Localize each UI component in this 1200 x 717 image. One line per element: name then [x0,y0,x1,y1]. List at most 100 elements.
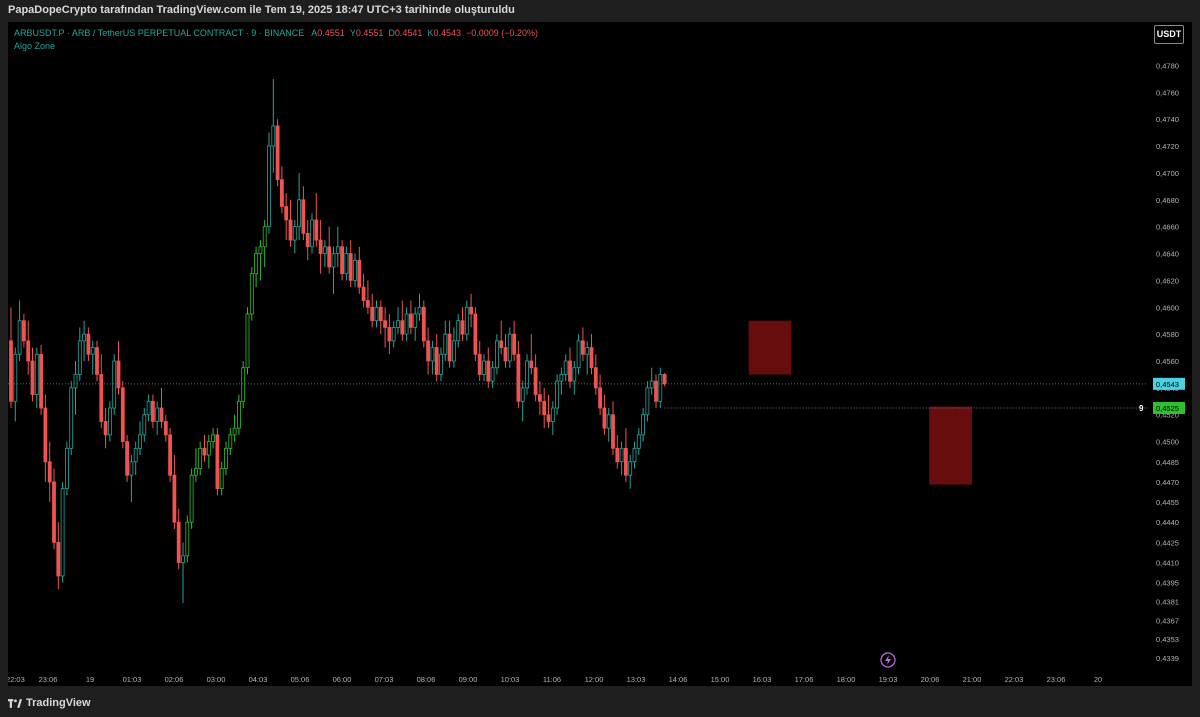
y-tick-label: 0,4410 [1156,559,1179,568]
candle-body [477,353,482,375]
x-tick-label: 17:06 [795,675,814,684]
candle-body [77,340,82,375]
candle-body [563,360,568,375]
candle-body [602,407,607,429]
candle-body [211,434,216,443]
candle-body [95,347,99,375]
candle-body [464,306,469,335]
candle-body [228,434,233,449]
candle-body [138,434,142,449]
y-tick-label: 0,4381 [1156,597,1179,606]
y-tick-label: 0,4640 [1156,250,1179,259]
candle-body [421,306,426,342]
candle-body [21,320,26,342]
candle-body [636,434,641,449]
x-tick-label: 04:03 [249,675,268,684]
candle-body [589,347,594,369]
candle-body [447,333,452,362]
candle-body [125,441,129,476]
candle-body [624,447,628,476]
candle-body [331,253,336,268]
candle-body [520,387,525,402]
y-tick-label: 0,4500 [1156,438,1179,447]
x-tick-label: 05:06 [291,675,310,684]
candle-body [641,414,645,436]
x-tick-label: 11:06 [543,675,561,684]
candle-body [322,246,327,254]
candle-body [611,414,615,449]
bottom-bar: TradingView [0,690,1200,717]
candle-body [327,246,332,268]
y-tick-label: 0,4600 [1156,303,1179,312]
y-tick-label: 0,4680 [1156,196,1179,205]
tradingview-logo[interactable]: TradingView [8,697,91,709]
y-tick-label: 0,4720 [1156,142,1179,151]
candle-body [301,199,306,234]
candle-body [365,300,370,308]
candle-body [288,219,293,241]
currency-button[interactable]: USDT [1154,25,1184,44]
candle-body [568,360,572,382]
candle-body [559,374,564,382]
candle-body [262,226,267,248]
alert-level-label: 9 [1139,404,1144,413]
x-tick-label: 15:00 [711,675,730,684]
candle-body [550,407,555,422]
x-tick-label: 06:00 [333,675,352,684]
candle-body [245,313,250,369]
candle-body [297,199,302,228]
candle-body [314,219,319,241]
x-tick-label: 23:06 [1047,675,1066,684]
candle-body [460,320,465,335]
candle-body [598,387,602,409]
candle-body [391,327,396,342]
symbol-description: ARBUSDT.P · ARB / TetherUS PERPETUAL CON… [14,28,305,38]
x-tick-label: 13:03 [627,675,646,684]
candle-body [112,360,117,409]
candle-body [258,246,263,254]
candle-body [176,521,181,563]
title-bar: PapaDopeCrypto tarafından TradingView.co… [0,0,1200,22]
price-chart[interactable]: 0,4780 0,4760 0,4740 0,4720 0,4700 0,4680 0,46… [8,22,1192,686]
candle-body [236,400,241,429]
candle-body [443,333,448,355]
candle-body [482,360,486,375]
y-tick-label: 0,4440 [1156,518,1179,527]
candle-body [30,360,35,395]
open-value: 0.4551 [317,28,345,38]
candle-body [17,320,22,355]
x-tick-label: 10:03 [501,675,520,684]
x-tick-label: 03:00 [207,675,226,684]
candle-body [340,246,345,275]
y-tick-label: 0,4580 [1156,330,1179,339]
indicator-label[interactable]: Algo Zone [14,41,55,51]
candle-body [86,333,91,355]
candle-body [404,313,409,335]
alert-price-label: 0,4525 [1156,404,1179,413]
candle-body [52,481,56,543]
attribution-text: PapaDopeCrypto tarafından TradingView.co… [8,4,515,16]
candle-body [516,353,521,402]
candle-body [490,367,495,382]
candle-body [292,226,297,241]
candle-body [503,347,508,362]
chart-area[interactable]: 0,4780 0,4760 0,4740 0,4720 0,4700 0,4680 0,46… [8,22,1192,686]
candle-body [555,380,559,409]
candle-body [189,474,194,523]
candle-body [628,461,633,476]
x-tick-label: 19:03 [879,675,898,684]
candle-body [396,320,400,328]
candle-body [593,367,598,389]
candle-body [60,488,65,577]
y-tick-label: 0,4700 [1156,169,1179,178]
candle-body [310,219,314,248]
y-tick-label: 0,4455 [1156,498,1179,507]
last-price-label: 0,4543 [1156,380,1179,389]
x-tick-label: 19 [86,675,94,684]
candle-body [90,347,95,355]
candle-body [249,273,254,315]
candle-body [400,320,405,335]
x-tick-label: 20 [1094,675,1102,684]
candle-body [572,367,577,382]
y-tick-label: 0,4395 [1156,579,1179,588]
